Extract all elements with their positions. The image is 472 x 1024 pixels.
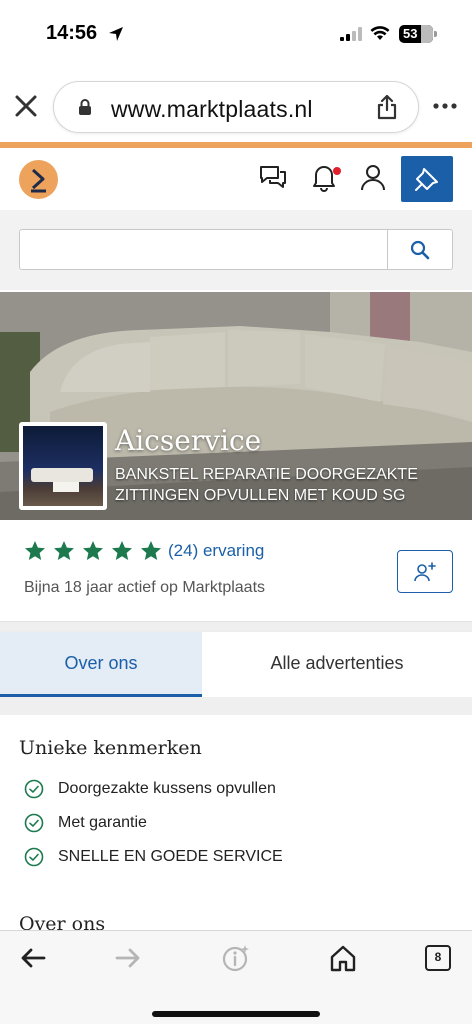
- address-field[interactable]: www.marktplaats.nl: [53, 81, 419, 133]
- page-info-icon[interactable]: [221, 943, 251, 973]
- share-icon[interactable]: [376, 94, 398, 120]
- shop-logo-thumbnail: [19, 422, 107, 510]
- url-text: www.marktplaats.nl: [111, 96, 313, 122]
- shop-name: Aicservice: [115, 424, 262, 457]
- place-ad-button[interactable]: [401, 156, 453, 202]
- star-icon: [54, 541, 74, 560]
- logo-mark-icon: [31, 168, 46, 193]
- shop-tagline: BANKSTEL REPARATIE DOORGEZAKTE ZITTINGEN…: [115, 466, 418, 504]
- check-circle-icon: [24, 847, 44, 867]
- search-button[interactable]: [387, 229, 453, 270]
- star-icon: [83, 541, 103, 560]
- battery-level: 53: [403, 26, 418, 41]
- lock-icon: [79, 99, 91, 115]
- unique-features-card: Unieke kenmerken Doorgezakte kussens opv…: [0, 715, 472, 935]
- browser-url-bar: www.marktplaats.nl: [0, 78, 472, 138]
- messages-icon[interactable]: [258, 162, 288, 192]
- section-divider: [0, 622, 472, 632]
- rating-stars: [24, 540, 162, 562]
- star-icon: [141, 541, 161, 560]
- feature-item: SNELLE EN GOEDE SERVICE: [24, 845, 283, 869]
- search-icon: [410, 240, 430, 260]
- marktplaats-logo[interactable]: [19, 160, 58, 199]
- check-circle-icon: [24, 779, 44, 799]
- shop-tabs: Over ons Alle advertenties: [0, 632, 472, 697]
- feature-label: Doorgezakte kussens opvullen: [58, 780, 276, 797]
- pin-icon: [415, 168, 438, 191]
- profile-icon[interactable]: [358, 162, 388, 192]
- search-input[interactable]: [19, 229, 388, 270]
- star-icon: [25, 541, 45, 560]
- feature-label: SNELLE EN GOEDE SERVICE: [58, 848, 283, 865]
- tab-over-ons[interactable]: Over ons: [0, 632, 202, 697]
- seller-rating-section: (24) ervaring Bijna 18 jaar actief op Ma…: [0, 520, 472, 622]
- notification-badge: [333, 167, 341, 175]
- battery-indicator: 53: [399, 25, 437, 43]
- features-title: Unieke kenmerken: [19, 737, 202, 759]
- browser-toolbar: 8: [0, 930, 472, 1024]
- location-arrow-icon: [109, 27, 123, 41]
- cellular-signal-icon: [340, 27, 362, 41]
- follow-seller-button[interactable]: [397, 550, 453, 593]
- site-header: [0, 148, 472, 210]
- home-indicator: [152, 1011, 320, 1017]
- section-divider: [0, 697, 472, 715]
- forward-arrow-icon[interactable]: [113, 943, 143, 973]
- feature-label: Met garantie: [58, 814, 147, 831]
- feature-item: Doorgezakte kussens opvullen: [24, 777, 276, 801]
- wifi-icon: [370, 26, 390, 40]
- star-icon: [112, 541, 132, 560]
- home-icon[interactable]: [328, 943, 358, 973]
- active-since-text: Bijna 18 jaar actief op Marktplaats: [24, 579, 266, 596]
- feature-item: Met garantie: [24, 811, 147, 835]
- close-icon[interactable]: [12, 92, 40, 120]
- more-options-icon[interactable]: [433, 102, 457, 110]
- shop-banner: Aicservice BANKSTEL REPARATIE DOORGEZAKT…: [0, 292, 472, 520]
- search-area: [0, 210, 472, 290]
- tab-switcher-button[interactable]: 8: [425, 945, 451, 971]
- tab-alle-advertenties[interactable]: Alle advertenties: [202, 632, 472, 697]
- status-bar: 14:56 53: [0, 0, 472, 70]
- back-arrow-icon[interactable]: [18, 943, 48, 973]
- add-person-icon: [414, 562, 436, 582]
- check-circle-icon: [24, 813, 44, 833]
- reviews-link[interactable]: (24) ervaring: [168, 541, 264, 561]
- status-time: 14:56: [46, 22, 98, 44]
